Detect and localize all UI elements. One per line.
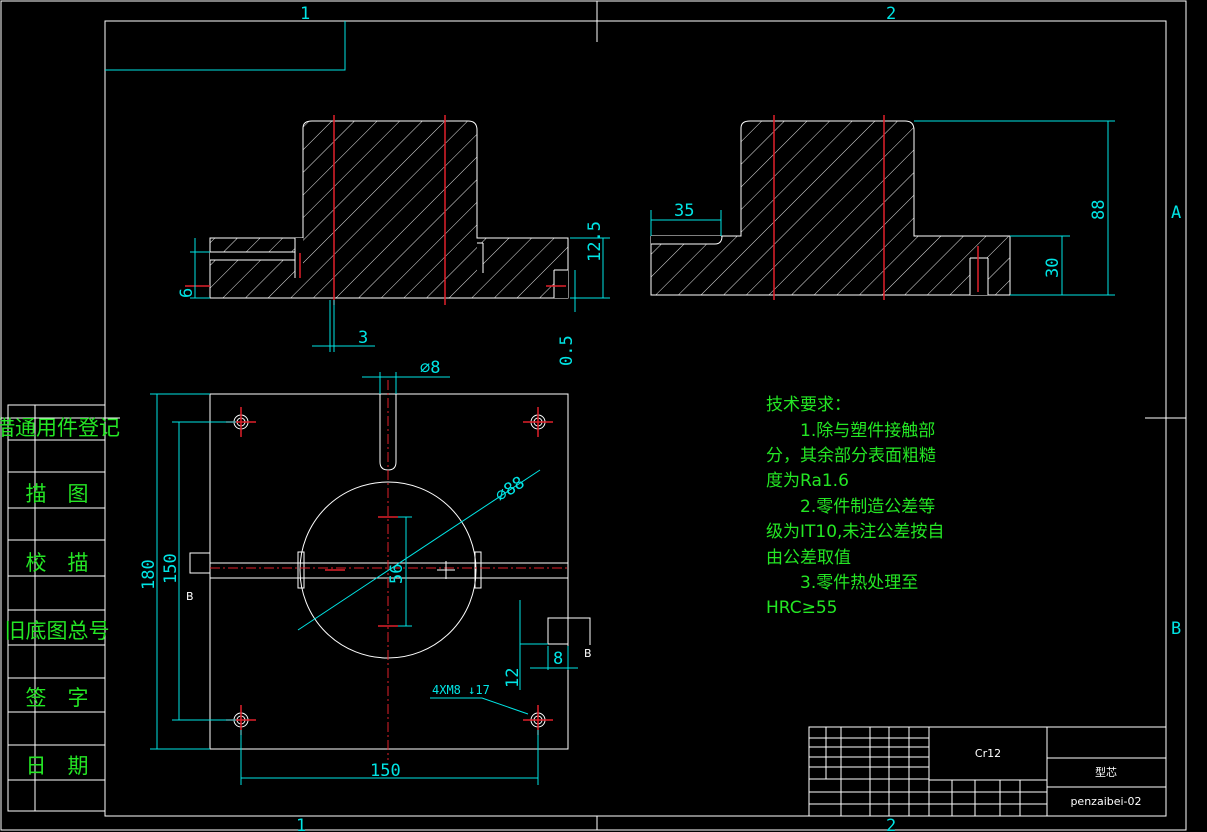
zone-label-1-bottom: 1 xyxy=(296,816,306,832)
side-register-table: 借通用件登记 描 图 校 描 旧底图总号 签 字 日 期 xyxy=(0,404,120,812)
front-section-view xyxy=(185,115,569,305)
tech-title: 技术要求： xyxy=(766,395,851,415)
zone-label-2-top: 2 xyxy=(886,4,896,24)
side-section-view xyxy=(650,115,1011,300)
side-table-cell-3: 旧底图总号 xyxy=(5,619,110,643)
dim-150-horizontal: 150 xyxy=(370,761,401,781)
side-table-cell-1: 描 图 xyxy=(26,482,89,506)
side-table-cell-5: 日 期 xyxy=(26,754,89,778)
dim-8: 8 xyxy=(553,649,563,669)
tech-line-4: 级为IT10,未注公差按自 xyxy=(766,522,944,542)
dim-30: 30 xyxy=(1043,258,1063,278)
side-table-cell-4: 签 字 xyxy=(26,686,89,710)
dim-12: 12 xyxy=(503,668,523,688)
drawing-number: penzaibei-02 xyxy=(1070,795,1141,808)
side-table-cell-0: 借通用件登记 xyxy=(0,416,120,440)
part-name: 型芯 xyxy=(1095,765,1117,779)
material-label: Cr12 xyxy=(975,747,1001,760)
dim-phi8: ⌀8 xyxy=(420,358,440,378)
dim-3: 3 xyxy=(358,328,368,348)
section-label-b-left: B xyxy=(186,590,194,603)
dim-56: 56 xyxy=(387,564,407,584)
cad-drawing: 1 2 1 2 A B 借通用件登记 描 图 校 描 旧底图总号 签 字 日 期 xyxy=(0,0,1187,832)
title-block: Cr12 型芯 penzaibei-02 xyxy=(808,726,1167,817)
tech-line-2: 度为Ra1.6 xyxy=(766,471,849,491)
tech-line-1: 分，其余部分表面粗糙 xyxy=(766,446,936,466)
dim-12-5: 12.5 xyxy=(585,221,605,262)
dim-6: 6 xyxy=(177,288,197,298)
dim-150-vertical: 150 xyxy=(161,553,181,584)
zone-label-B: B xyxy=(1171,619,1181,639)
tech-line-7: HRC≥55 xyxy=(766,598,838,618)
drawing-frame: 1 2 1 2 A B xyxy=(0,0,1187,832)
dim-35: 35 xyxy=(674,201,694,221)
zone-label-A: A xyxy=(1171,203,1181,223)
tech-line-6: 3.零件热处理至 xyxy=(766,573,918,593)
dim-phi88: ⌀88 xyxy=(492,473,529,507)
zone-label-1-top: 1 xyxy=(300,4,310,24)
tech-line-3: 2.零件制造公差等 xyxy=(766,497,935,517)
tech-line-5: 由公差取值 xyxy=(766,548,851,568)
hole-callout: 4XM8 ↓17 xyxy=(432,683,490,697)
dim-88: 88 xyxy=(1089,200,1109,220)
zone-label-2-bottom: 2 xyxy=(886,816,896,832)
side-table-cell-2: 校 描 xyxy=(26,551,89,575)
tech-line-0: 1.除与塑件接触部 xyxy=(766,421,935,441)
section-label-b-right: B xyxy=(584,647,592,660)
dim-180: 180 xyxy=(139,559,159,590)
dim-0-5: 0.5 xyxy=(557,335,577,366)
technical-requirements: 技术要求： 1.除与塑件接触部 分，其余部分表面粗糙 度为Ra1.6 2.零件制… xyxy=(766,395,944,618)
